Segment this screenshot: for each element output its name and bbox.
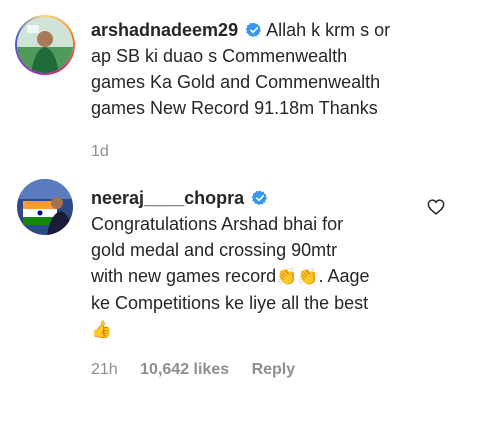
reply-button[interactable]: Reply — [252, 361, 296, 378]
comment-text-fragment: . Aage — [318, 266, 370, 286]
comment-time[interactable]: 21h — [91, 361, 118, 378]
comment-text-line: ke Competitions ke liye all the best — [91, 293, 369, 313]
comment-meta: 21h 10,642 likes Reply — [91, 361, 313, 379]
comment-text-line: games New Record 91.18m Thanks — [91, 98, 378, 118]
comment-text-line: gold medal and crossing 90mtr — [91, 240, 338, 260]
comment-body: neeraj____chopra Congratulations Arshad … — [91, 185, 369, 343]
comment-neeraj-chopra: neeraj____chopra Congratulations Arshad … — [0, 170, 492, 421]
verified-badge-icon — [246, 22, 262, 38]
comment-body: arshadnadeem29 Allah k krm s or ap SB ki… — [91, 17, 390, 121]
comment-text-line: Congratulations Arshad bhai for — [91, 214, 344, 234]
comment-time[interactable]: 1d — [91, 143, 109, 160]
username[interactable]: neeraj____chopra — [91, 188, 244, 208]
comment-text-line: Allah k krm s or — [266, 20, 391, 40]
heart-outline-icon[interactable] — [427, 199, 445, 215]
comment-text-line: games Ka Gold and Commenwealth — [91, 72, 381, 92]
username[interactable]: arshadnadeem29 — [91, 20, 238, 40]
comment-meta: 1d — [91, 143, 127, 161]
likes-count[interactable]: 10,642 likes — [140, 361, 229, 378]
clap-emoji: 👏👏 — [276, 267, 319, 286]
story-ring[interactable] — [15, 15, 75, 75]
comment-text-fragment: with new games record — [91, 266, 277, 286]
thumbs-up-emoji: 👍 — [91, 320, 113, 339]
comment-arshadnadeem29: arshadnadeem29 Allah k krm s or ap SB ki… — [0, 0, 492, 170]
avatar[interactable] — [17, 17, 73, 73]
verified-badge-icon — [252, 190, 268, 206]
comment-text-line: with new games record👏👏. Aage — [91, 263, 369, 290]
avatar[interactable] — [17, 179, 73, 235]
comment-text-line: ap SB ki duao s Commenwealth — [91, 46, 348, 66]
